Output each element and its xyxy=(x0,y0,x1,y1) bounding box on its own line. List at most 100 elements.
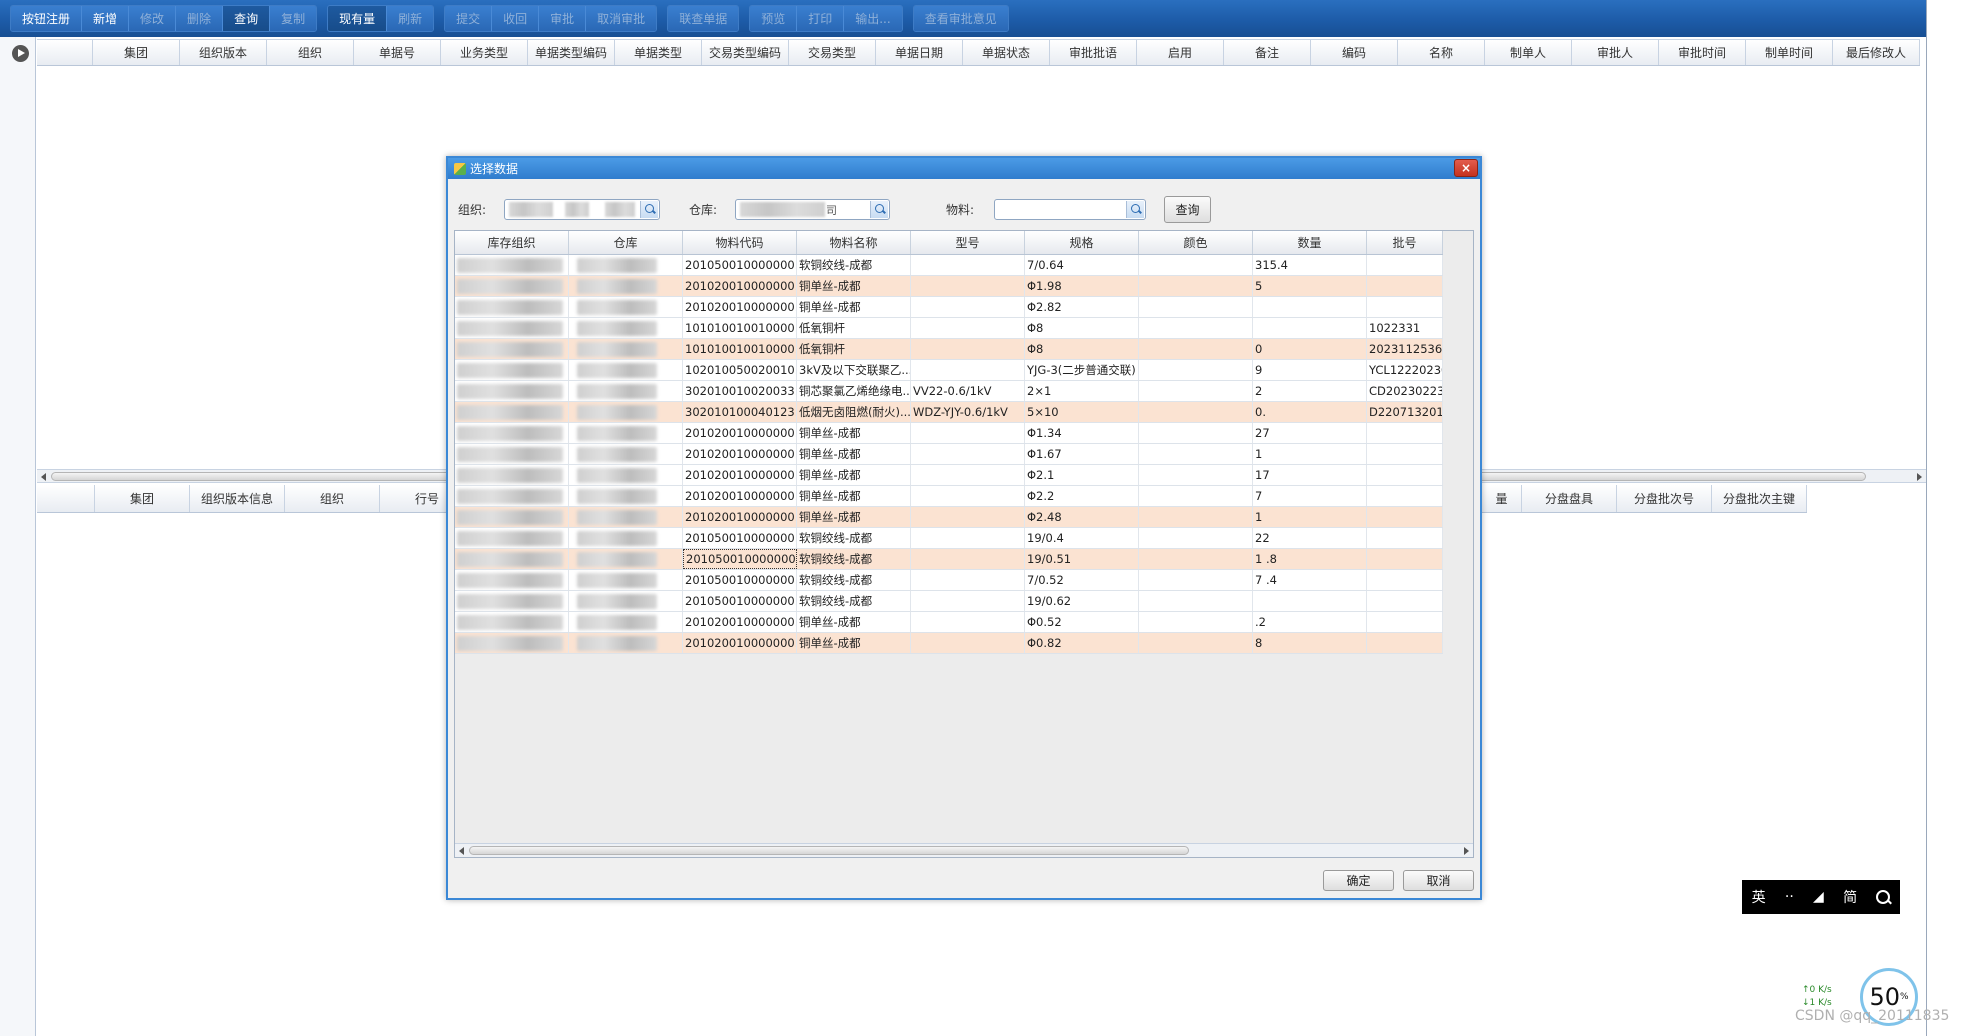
cell-batch[interactable] xyxy=(1367,444,1443,464)
cell-batch[interactable] xyxy=(1367,549,1443,569)
cell-redacted[interactable] xyxy=(455,507,569,527)
table-row[interactable]: 201020010000000... 铜单丝-成都 Φ2.2 7 xyxy=(455,486,1443,507)
recall-button[interactable]: 收回 xyxy=(492,6,540,31)
delete-button[interactable]: 删除 xyxy=(176,6,224,31)
cell-color[interactable] xyxy=(1139,360,1253,380)
ime-simplified-toggle[interactable]: 简 xyxy=(1843,887,1857,907)
cell-redacted[interactable] xyxy=(569,507,683,527)
cell-model[interactable] xyxy=(911,255,1025,275)
cell-code[interactable]: 201050010000000... xyxy=(683,255,797,275)
onhand-button[interactable]: 现有量 xyxy=(328,6,388,31)
table-row[interactable]: 101010010010000... 低氧铜杆 Φ8 1022331 xyxy=(455,318,1443,339)
cell-batch[interactable] xyxy=(1367,633,1443,653)
cell-spec[interactable]: Φ2.48 xyxy=(1025,507,1139,527)
cell-redacted[interactable] xyxy=(569,402,683,422)
cell-batch[interactable] xyxy=(1367,276,1443,296)
cell-redacted[interactable] xyxy=(455,339,569,359)
cell-code[interactable]: 201020010000000... xyxy=(683,507,797,527)
cell-redacted[interactable] xyxy=(455,402,569,422)
cell-batch[interactable] xyxy=(1367,507,1443,527)
cell-code[interactable]: 201020010000000... xyxy=(683,633,797,653)
cell-redacted[interactable] xyxy=(455,633,569,653)
cancel-approve-button[interactable]: 取消审批 xyxy=(586,6,657,31)
cell-model[interactable] xyxy=(911,276,1025,296)
main-column-header[interactable]: 单据日期 xyxy=(876,40,963,65)
table-row[interactable]: 201020010000000... 铜单丝-成都 Φ1.34 27 xyxy=(455,423,1443,444)
main-column-header[interactable]: 交易类型编码 xyxy=(702,40,789,65)
cell-spec[interactable]: Φ1.98 xyxy=(1025,276,1139,296)
cell-redacted[interactable] xyxy=(569,591,683,611)
cell-redacted[interactable] xyxy=(569,360,683,380)
cell-model[interactable] xyxy=(911,318,1025,338)
cell-color[interactable] xyxy=(1139,507,1253,527)
cell-spec[interactable]: Φ2.2 xyxy=(1025,486,1139,506)
cell-spec[interactable]: 5×10 xyxy=(1025,402,1139,422)
cell-color[interactable] xyxy=(1139,339,1253,359)
main-column-header[interactable]: 集团 xyxy=(93,40,180,65)
detail-column-header[interactable]: 分盘批次号 xyxy=(1617,485,1712,512)
cell-color[interactable] xyxy=(1139,402,1253,422)
cell-redacted[interactable] xyxy=(455,423,569,443)
cell-redacted[interactable] xyxy=(455,255,569,275)
main-column-header[interactable]: 备注 xyxy=(1224,40,1311,65)
cell-color[interactable] xyxy=(1139,423,1253,443)
cell-code[interactable]: 201050010000000... xyxy=(683,528,797,548)
cell-redacted[interactable] xyxy=(569,444,683,464)
cell-code[interactable]: 102010050020010... xyxy=(683,360,797,380)
submit-button[interactable]: 提交 xyxy=(445,6,493,31)
linked-query-button[interactable]: 联查单据 xyxy=(668,6,739,31)
org-search-icon[interactable] xyxy=(640,200,658,218)
main-column-header[interactable]: 名称 xyxy=(1398,40,1485,65)
cell-color[interactable] xyxy=(1139,633,1253,653)
detail-column-header[interactable]: 量 xyxy=(1482,485,1522,512)
cell-qty[interactable]: 1 .8 xyxy=(1253,549,1367,569)
ime-halfwidth-moon-icon[interactable]: ◢ xyxy=(1813,889,1824,905)
cell-qty[interactable]: 0. xyxy=(1253,402,1367,422)
cell-qty[interactable]: 7 .4 xyxy=(1253,570,1367,590)
cell-name[interactable]: 3kV及以下交联聚乙... xyxy=(797,360,911,380)
ime-search-icon[interactable] xyxy=(1876,890,1891,904)
ime-language-toggle[interactable]: 英 xyxy=(1752,887,1766,907)
table-row[interactable]: 201020010000000... 铜单丝-成都 Φ2.82 xyxy=(455,297,1443,318)
material-search-icon[interactable] xyxy=(1126,200,1144,218)
cell-name[interactable]: 铜单丝-成都 xyxy=(797,276,911,296)
cell-spec[interactable]: Φ0.52 xyxy=(1025,612,1139,632)
cell-redacted[interactable] xyxy=(455,360,569,380)
cell-qty[interactable]: 22 xyxy=(1253,528,1367,548)
cell-code[interactable]: 201020010000000... xyxy=(683,612,797,632)
cell-color[interactable] xyxy=(1139,528,1253,548)
dialog-column-header[interactable]: 库存组织 xyxy=(455,231,569,254)
cell-spec[interactable]: Φ1.34 xyxy=(1025,423,1139,443)
cell-code[interactable]: 201020010000000... xyxy=(683,486,797,506)
export-button[interactable]: 输出... xyxy=(844,6,902,31)
cell-redacted[interactable] xyxy=(569,486,683,506)
dialog-column-header[interactable]: 物料名称 xyxy=(797,231,911,254)
cell-name[interactable]: 铜单丝-成都 xyxy=(797,465,911,485)
main-column-header[interactable]: 制单时间 xyxy=(1746,40,1833,65)
cell-spec[interactable]: 19/0.62 xyxy=(1025,591,1139,611)
table-row[interactable]: 101010010010000...低氧铜杆 Φ8 0202311253665 xyxy=(455,339,1443,360)
refresh-button[interactable]: 刷新 xyxy=(387,6,434,31)
table-row[interactable]: 201050010000000... 软铜绞线-成都 19/0.4 22 xyxy=(455,528,1443,549)
cell-qty[interactable]: 7 xyxy=(1253,486,1367,506)
cell-redacted[interactable] xyxy=(455,318,569,338)
cell-spec[interactable]: 19/0.4 xyxy=(1025,528,1139,548)
cell-color[interactable] xyxy=(1139,381,1253,401)
main-column-header[interactable]: 组织 xyxy=(267,40,354,65)
dialog-column-header[interactable]: 数量 xyxy=(1253,231,1367,254)
table-row[interactable]: 201050010000000... 软铜绞线-成都 19/0.51 1 .8 xyxy=(455,549,1443,570)
cell-spec[interactable]: 19/0.51 xyxy=(1025,549,1139,569)
cell-redacted[interactable] xyxy=(455,570,569,590)
cell-code[interactable]: 302010010020033... xyxy=(683,381,797,401)
cell-spec[interactable]: Φ2.1 xyxy=(1025,465,1139,485)
cell-color[interactable] xyxy=(1139,444,1253,464)
table-row[interactable]: 102010050020010... 3kV及以下交联聚乙... YJG-3(二步普… xyxy=(455,360,1443,381)
cell-model[interactable]: VV22-0.6/1kV xyxy=(911,381,1025,401)
view-approval-button[interactable]: 查看审批意见 xyxy=(913,6,1008,31)
main-column-header[interactable]: 制单人 xyxy=(1485,40,1572,65)
cell-redacted[interactable] xyxy=(569,255,683,275)
cell-qty[interactable]: 8 xyxy=(1253,633,1367,653)
close-button[interactable]: × xyxy=(1454,159,1478,177)
cell-qty[interactable]: 315.4 xyxy=(1253,255,1367,275)
table-row[interactable]: 201020010000000... 铜单丝-成都 Φ0.52 .2 xyxy=(455,612,1443,633)
